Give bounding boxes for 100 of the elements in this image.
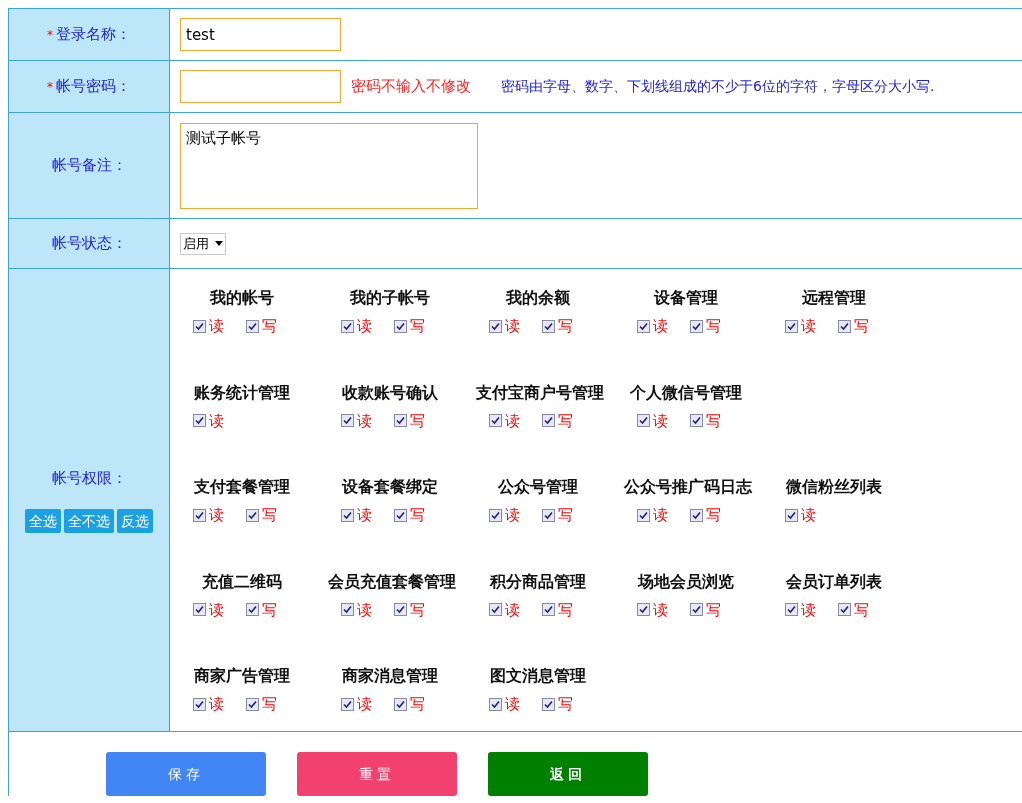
- checkbox[interactable]: [341, 697, 354, 711]
- checkbox-label: 读: [357, 410, 372, 432]
- checkbox-label: 读: [505, 410, 520, 432]
- checkbox[interactable]: [690, 414, 703, 428]
- checkbox-label: 写: [558, 694, 573, 715]
- checkbox-label: 读: [357, 599, 372, 621]
- permission-title: 远程管理: [801, 287, 867, 309]
- checkbox-label: 写: [558, 505, 573, 526]
- form-button[interactable]: 重置: [297, 752, 457, 796]
- checkbox-label: 写: [410, 316, 425, 337]
- checkbox[interactable]: [489, 508, 502, 522]
- checkbox[interactable]: [489, 414, 502, 428]
- checkbox[interactable]: [489, 319, 502, 333]
- checkbox-label: 写: [706, 599, 721, 621]
- checkbox[interactable]: [542, 603, 555, 617]
- checkbox[interactable]: [193, 508, 206, 522]
- permission-title: 商家消息管理: [341, 665, 439, 687]
- input-field[interactable]: [180, 70, 341, 103]
- checkbox[interactable]: [637, 603, 650, 617]
- remark-textarea[interactable]: 测试子帐号: [180, 122, 478, 209]
- checkbox[interactable]: [341, 508, 354, 522]
- required-mark: *: [47, 26, 53, 44]
- checkbox[interactable]: [542, 319, 555, 333]
- checkbox-label: 读: [209, 599, 224, 621]
- checkbox[interactable]: [341, 319, 354, 333]
- checkbox[interactable]: [838, 319, 851, 333]
- permission-title: 设备套餐绑定: [340, 476, 439, 498]
- checkbox[interactable]: [394, 603, 407, 617]
- permission-title: 账务统计管理: [193, 381, 291, 404]
- field-label: 登录名称：: [56, 24, 131, 46]
- checkbox-label: 写: [706, 410, 721, 432]
- checkbox[interactable]: [394, 508, 407, 522]
- checkbox[interactable]: [690, 603, 703, 617]
- checkbox[interactable]: [246, 603, 259, 617]
- checkbox[interactable]: [785, 319, 798, 333]
- checkbox-label: 写: [410, 599, 425, 621]
- permission-title: 微信粉丝列表: [785, 476, 883, 498]
- checkbox[interactable]: [489, 603, 502, 617]
- checkbox-label: 写: [410, 694, 425, 715]
- required-mark: *: [47, 78, 53, 96]
- checkbox[interactable]: [193, 414, 206, 428]
- permission-title: 公众号管理: [497, 476, 579, 498]
- checkbox-label: 读: [653, 316, 668, 337]
- checkbox[interactable]: [341, 414, 354, 428]
- checkbox-label: 读: [801, 505, 816, 526]
- form-button[interactable]: 返回: [488, 752, 648, 796]
- password-note: 密码不输入不修改: [351, 76, 471, 98]
- checkbox-label: 读: [357, 316, 372, 337]
- checkbox[interactable]: [394, 697, 407, 711]
- checkbox[interactable]: [394, 414, 407, 428]
- checkbox[interactable]: [489, 697, 502, 711]
- checkbox[interactable]: [246, 319, 259, 333]
- permission-title: 商家广告管理: [193, 665, 291, 687]
- checkbox-label: 读: [357, 694, 372, 715]
- status-select[interactable]: 启用: [180, 232, 226, 255]
- checkbox[interactable]: [542, 508, 555, 522]
- checkbox-label: 读: [357, 505, 372, 526]
- checkbox-label: 写: [262, 694, 277, 715]
- checkbox-label: 读: [209, 505, 224, 526]
- field-label: 帐号密码：: [56, 76, 131, 98]
- checkbox[interactable]: [637, 319, 650, 333]
- checkbox-label: 写: [706, 316, 721, 337]
- permission-title: 积分商品管理: [488, 570, 587, 593]
- checkbox[interactable]: [785, 508, 798, 522]
- checkbox-label: 读: [653, 599, 668, 621]
- permission-title: 收款账号确认: [341, 381, 439, 404]
- permission-title: 我的余额: [505, 287, 571, 309]
- checkbox[interactable]: [246, 697, 259, 711]
- checkbox-label: 写: [410, 505, 425, 526]
- permission-title: 图文消息管理: [489, 665, 587, 687]
- permission-title: 我的帐号: [209, 287, 275, 309]
- checkbox-label: 读: [801, 599, 816, 621]
- checkbox[interactable]: [690, 319, 703, 333]
- permission-title: 场地会员浏览: [636, 570, 735, 593]
- permission-title: 设备管理: [652, 287, 719, 309]
- form-button[interactable]: 保存: [106, 752, 266, 796]
- checkbox[interactable]: [637, 508, 650, 522]
- checkbox[interactable]: [690, 508, 703, 522]
- password-hint: 密码由字母、数字、下划线组成的不少于6位的字符，字母区分大小写.: [501, 77, 935, 96]
- checkbox[interactable]: [341, 603, 354, 617]
- checkbox[interactable]: [542, 697, 555, 711]
- checkbox[interactable]: [193, 319, 206, 333]
- checkbox[interactable]: [193, 697, 206, 711]
- checkbox[interactable]: [838, 603, 851, 617]
- checkbox[interactable]: [637, 414, 650, 428]
- checkbox-label: 写: [262, 316, 277, 337]
- checkbox[interactable]: [785, 603, 798, 617]
- checkbox-label: 写: [854, 599, 869, 621]
- permission-title: 充值二维码: [201, 570, 283, 593]
- checkbox[interactable]: [542, 414, 555, 428]
- select-action-button[interactable]: 反选: [117, 509, 153, 534]
- checkbox[interactable]: [193, 603, 206, 617]
- checkbox-label: 写: [262, 599, 277, 621]
- input-field[interactable]: test: [180, 18, 341, 51]
- permission-title: 个人微信号管理: [629, 381, 743, 404]
- select-action-button[interactable]: 全不选: [64, 509, 114, 534]
- checkbox[interactable]: [246, 508, 259, 522]
- select-action-button[interactable]: 全选: [25, 509, 61, 534]
- checkbox[interactable]: [394, 319, 407, 333]
- checkbox-label: 写: [706, 505, 721, 526]
